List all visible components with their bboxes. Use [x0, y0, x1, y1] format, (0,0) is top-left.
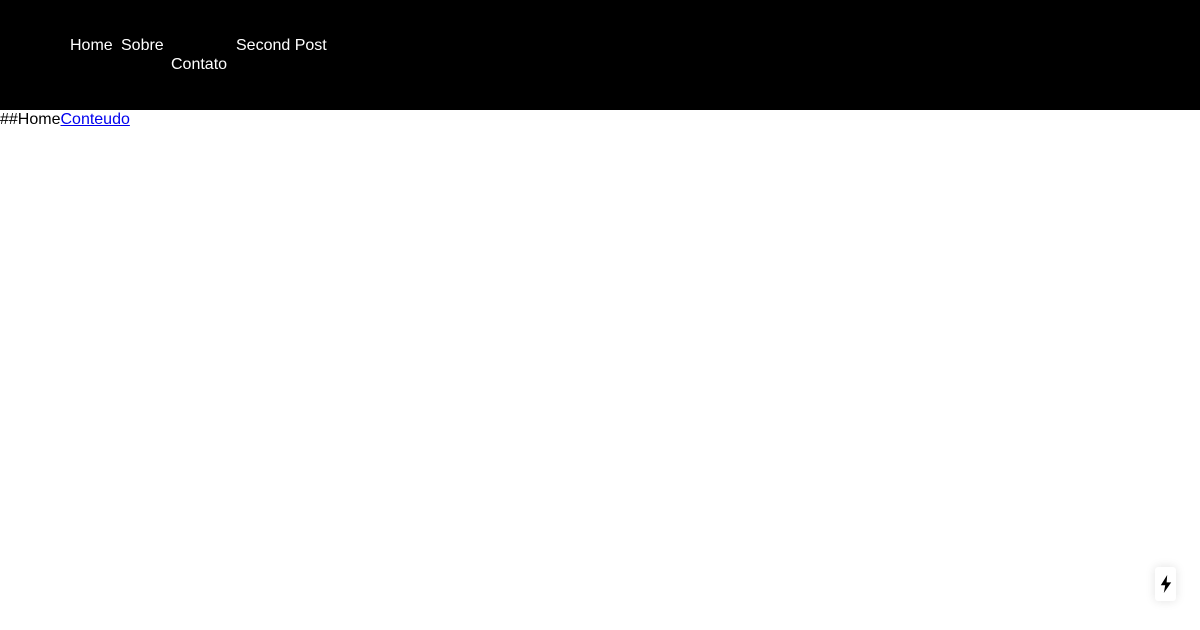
site-header: Home Sobre Contato Second Post: [0, 0, 1200, 110]
nav-link-contato[interactable]: Contato: [171, 55, 227, 74]
lightning-bolt-icon: [1160, 575, 1171, 593]
conteudo-link[interactable]: Conteudo: [60, 111, 129, 128]
nav-link-sobre[interactable]: Sobre: [121, 36, 164, 55]
page-heading-text: ##Home: [0, 111, 61, 128]
nav-link-home[interactable]: Home: [70, 36, 113, 55]
lightning-fab-button[interactable]: [1155, 567, 1176, 601]
nav-link-second-post[interactable]: Second Post: [236, 36, 327, 55]
page-content: ##HomeConteudo: [0, 110, 130, 129]
